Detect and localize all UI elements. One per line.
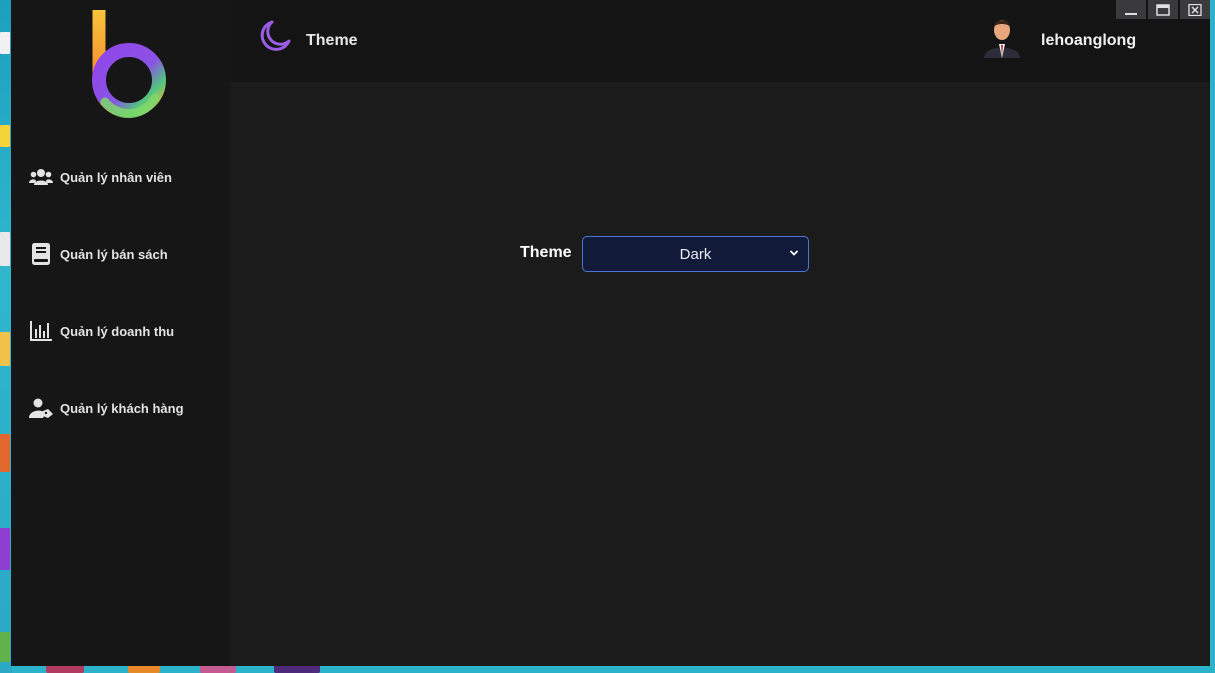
sidebar-item-label: Quản lý nhân viên (60, 169, 172, 185)
theme-select[interactable]: Dark (582, 236, 809, 272)
desktop-icon[interactable] (0, 332, 10, 366)
chevron-down-icon (790, 250, 798, 256)
sidebar-item-label: Quản lý bán sách (60, 246, 168, 262)
sidebar-item-revenue[interactable]: Quản lý doanh thu (29, 313, 219, 349)
close-icon (1188, 3, 1202, 16)
desktop-icon[interactable] (0, 434, 10, 472)
top-header: Theme lehoanglong (230, 0, 1210, 82)
window-controls (1116, 0, 1210, 19)
desktop-icon[interactable] (0, 232, 10, 266)
desktop-icon[interactable] (0, 632, 10, 662)
user-tag-icon (29, 396, 53, 420)
sidebar-item-customers[interactable]: Quản lý khách hàng (29, 390, 219, 426)
moon-icon (260, 20, 291, 51)
desktop-icon[interactable] (0, 528, 10, 570)
avatar[interactable] (982, 14, 1022, 58)
taskbar (12, 666, 1215, 673)
desktop-icon[interactable] (0, 125, 10, 147)
maximize-icon (1156, 3, 1170, 16)
minimize-icon (1125, 12, 1137, 15)
sidebar-item-label: Quản lý khách hàng (60, 400, 184, 416)
desktop-icon[interactable] (0, 32, 10, 54)
username: lehoanglong (1041, 32, 1137, 49)
sidebar-item-employees[interactable]: Quản lý nhân viên (29, 159, 219, 195)
maximize-button[interactable] (1148, 0, 1178, 19)
book-icon (29, 242, 53, 266)
app-window: Quản lý nhân viên Quản lý bán sách Quản … (11, 0, 1210, 666)
theme-select-value: Dark (679, 245, 712, 263)
page-title: Theme (306, 32, 358, 49)
app-logo (92, 10, 166, 119)
bar-chart-icon (29, 319, 53, 343)
theme-label: Theme (520, 244, 572, 261)
users-icon (29, 165, 53, 189)
minimize-button[interactable] (1116, 0, 1146, 19)
sidebar-item-book-sales[interactable]: Quản lý bán sách (29, 236, 219, 272)
sidebar: Quản lý nhân viên Quản lý bán sách Quản … (11, 0, 230, 666)
close-button[interactable] (1180, 0, 1210, 19)
sidebar-item-label: Quản lý doanh thu (60, 323, 175, 339)
